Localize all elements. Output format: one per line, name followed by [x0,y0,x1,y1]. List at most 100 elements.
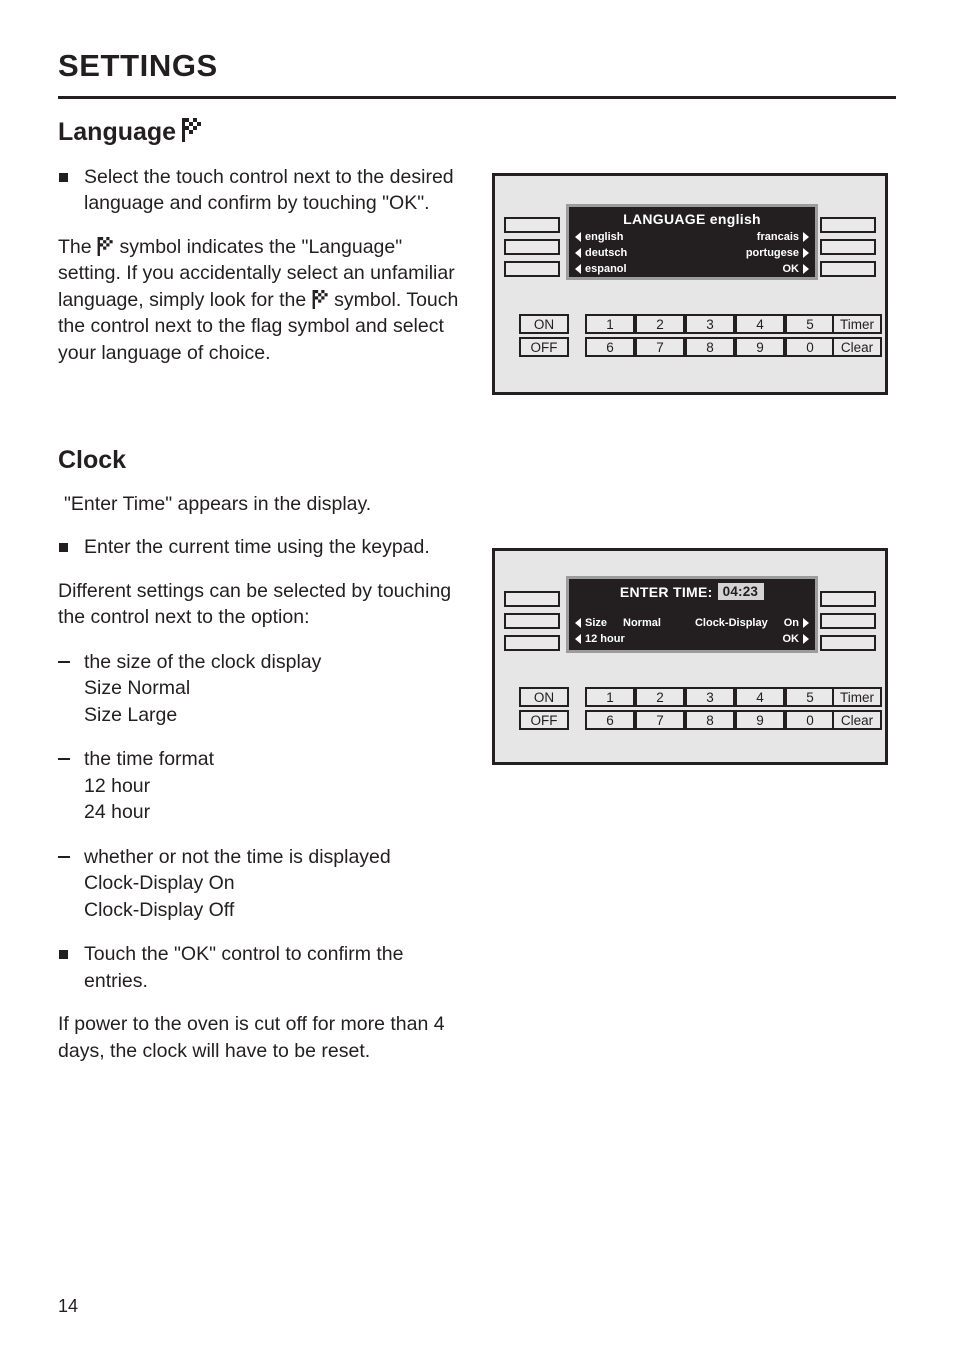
clock-heading-label: Clock [58,446,127,474]
checkered-flag-icon [182,118,202,142]
lcd-option-english-label: english [585,231,624,243]
touch-control-left-2[interactable] [504,239,560,255]
arrow-right-icon [803,634,809,644]
key-on[interactable]: ON [519,314,569,334]
clock-option-size: the size of the clock display Size Norma… [58,649,468,729]
touch-control-left-3[interactable] [504,261,560,277]
key-4[interactable]: 4 [735,314,785,334]
lcd-option-deutsch-label: deutsch [585,247,628,259]
arrow-left-icon [575,248,581,258]
key-clear[interactable]: Clear [832,710,882,730]
key-5[interactable]: 5 [785,687,835,707]
dash-icon [58,660,70,663]
touch-control-right-1[interactable] [820,217,876,233]
clock-option-display-title: whether or not the time is displayed [84,845,391,868]
clock-option-format-title: the time format [84,748,215,770]
language-heading-label: Language [58,118,177,146]
control-panel-clock: ENTER TIME: 04:23 Size Normal Clock-Disp… [492,548,888,765]
header-divider [58,96,896,99]
bullet-square-icon [59,543,68,552]
lcd-option-size-label: Size [585,617,608,629]
key-1[interactable]: 1 [585,687,635,707]
key-off[interactable]: OFF [519,337,569,357]
key-timer[interactable]: Timer [832,687,882,707]
key-6[interactable]: 6 [585,710,635,730]
key-5[interactable]: 5 [785,314,835,334]
touch-control-left-1[interactable] [504,217,560,233]
clock-paragraph-1: Different settings can be selected by to… [58,579,452,629]
lcd-option-espanol[interactable]: espanol [575,261,627,277]
time-value-field[interactable]: 04:23 [717,583,765,600]
lcd-option-ok[interactable]: OK [783,261,809,277]
lcd-option-12hour-label: 12 hour [585,633,625,645]
touch-control-right-3[interactable] [820,261,876,277]
key-0[interactable]: 0 [785,710,835,730]
lcd-option-12hour[interactable]: 12 hour [575,631,625,647]
arrow-left-icon [575,232,581,242]
language-bullet-1: Select the touch control next to the des… [58,164,468,217]
touch-control-right-1[interactable] [820,591,876,607]
bullet-square-icon [59,950,68,959]
lcd-option-size[interactable]: Size Normal [575,615,661,631]
touch-control-right-2[interactable] [820,239,876,255]
key-clear[interactable]: Clear [832,337,882,357]
lcd-option-ok[interactable]: OK [782,631,809,647]
key-3[interactable]: 3 [685,687,735,707]
lcd-option-ok-label: OK [782,633,800,645]
touch-control-left-3[interactable] [504,635,560,651]
key-7[interactable]: 7 [635,710,685,730]
key-4[interactable]: 4 [735,687,785,707]
page-number: 14 [58,1296,79,1316]
clock-option-format-value-1: 24 hour [84,801,151,823]
key-9[interactable]: 9 [735,710,785,730]
key-2[interactable]: 2 [635,687,685,707]
key-1[interactable]: 1 [585,314,635,334]
lcd-option-portugese[interactable]: portugese [746,245,809,261]
key-0[interactable]: 0 [785,337,835,357]
key-2[interactable]: 2 [635,314,685,334]
control-panel-language: LANGUAGE english english francais deutsc… [492,173,888,395]
touch-control-right-3[interactable] [820,635,876,651]
lcd-option-deutsch[interactable]: deutsch [575,245,627,261]
key-off[interactable]: OFF [519,710,569,730]
page-title: SETTINGS [58,48,218,83]
lcd-display-clock: ENTER TIME: 04:23 Size Normal Clock-Disp… [566,576,818,653]
clock-bullet-1-text: Enter the current time using the keypad. [84,536,430,558]
checkered-flag-icon-inline-1 [97,236,114,256]
arrow-right-icon [803,264,809,274]
lcd-option-size-value: Normal [623,617,661,629]
touch-control-right-2[interactable] [820,613,876,629]
language-paragraph: The symbol indicates the "Language" sett… [58,234,468,367]
clock-option-format: the time format 12 hour 24 hour [58,746,468,826]
language-heading: Language [58,118,468,148]
key-3[interactable]: 3 [685,314,735,334]
clock-option-display-value-0: Clock-Display On [84,872,235,894]
arrow-right-icon [803,248,809,258]
touch-control-left-1[interactable] [504,591,560,607]
key-9[interactable]: 9 [735,337,785,357]
clock-paragraph-2: If power to the oven is cut off for more… [58,1013,445,1062]
key-7[interactable]: 7 [635,337,685,357]
key-timer[interactable]: Timer [832,314,882,334]
key-on[interactable]: ON [519,687,569,707]
key-8[interactable]: 8 [685,710,735,730]
lcd-option-francais[interactable]: francais [757,229,809,245]
lcd-option-francais-label: francais [756,231,799,243]
lcd-option-clock-display[interactable]: Clock-Display On [695,615,809,631]
arrow-left-icon [575,634,581,644]
touch-control-left-2[interactable] [504,613,560,629]
clock-option-display: whether or not the time is displayed Clo… [58,844,468,924]
lcd-row-2: deutsch portugese [569,245,815,261]
lcd-option-english[interactable]: english [575,229,624,245]
clock-option-size-title: the size of the clock display [84,650,322,673]
lcd-option-clock-display-value: On [783,617,799,629]
lcd-option-clock-display-label: Clock-Display [694,617,768,629]
key-8[interactable]: 8 [685,337,735,357]
lcd-option-espanol-label: espanol [585,263,627,275]
key-6[interactable]: 6 [585,337,635,357]
lcd-row-1: english francais [569,229,815,245]
language-bullet-1-text: Select the touch control next to the des… [84,165,454,215]
arrow-right-icon [803,618,809,628]
clock-bullet-2-text: Touch the "OK" control to confirm the en… [84,943,404,992]
clock-option-size-value-1: Size Large [84,703,178,726]
